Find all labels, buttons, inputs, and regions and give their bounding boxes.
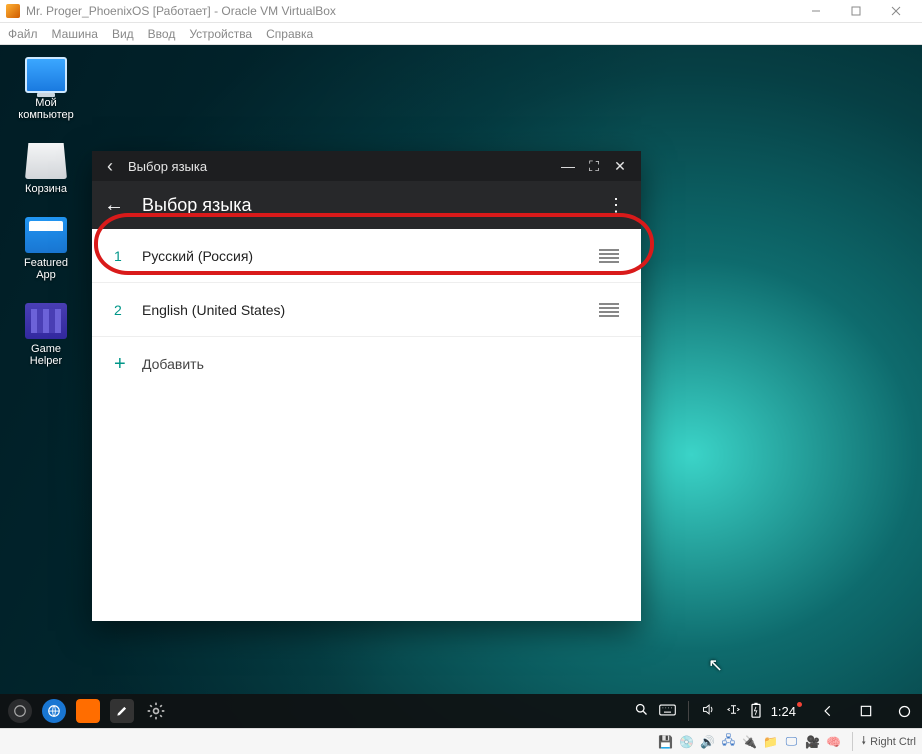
host-close-button[interactable] — [876, 0, 916, 22]
phoenix-logo-icon — [13, 704, 27, 718]
vbx-optical-icon[interactable]: 💿 — [678, 734, 694, 750]
cursor-icon: ↖ — [708, 655, 723, 676]
add-language-label: Добавить — [142, 356, 204, 372]
add-language-row[interactable]: + Добавить — [92, 337, 641, 391]
menu-file[interactable]: Файл — [8, 27, 38, 41]
start-button[interactable] — [8, 699, 32, 723]
vbx-processor-icon[interactable]: 🧠 — [825, 734, 841, 750]
virtualbox-app-icon — [6, 4, 20, 18]
desktop-icon-trash[interactable]: Корзина — [14, 143, 78, 195]
virtualbox-title: Mr. Proger_PhoenixOS [Работает] - Oracle… — [26, 4, 336, 18]
language-window: ‹ Выбор языка — ⛶ ✕ ← Выбор языка ⋮ 1 Ру… — [92, 151, 641, 621]
more-vert-icon[interactable]: ⋮ — [607, 195, 629, 216]
chevron-left-icon[interactable]: ‹ — [100, 157, 120, 175]
menu-help[interactable]: Справка — [266, 27, 313, 41]
desktop-icons: Мой компьютер Корзина Featured App Game … — [14, 57, 78, 367]
window-close-button[interactable]: ✕ — [607, 154, 633, 178]
vbx-recording-icon[interactable]: 🎥 — [804, 734, 820, 750]
arrow-down-box-icon: 🠗 — [861, 732, 866, 751]
language-name: English (United States) — [142, 302, 599, 318]
gear-icon — [146, 701, 166, 721]
nav-home-button[interactable] — [894, 704, 914, 719]
language-index: 2 — [114, 302, 142, 318]
plus-icon: + — [114, 353, 142, 376]
nav-recent-button[interactable] — [856, 704, 876, 719]
virtualbox-menubar: Файл Машина Вид Ввод Устройства Справка — [0, 23, 922, 45]
nav-buttons — [818, 704, 914, 719]
window-title: Выбор языка — [128, 159, 555, 174]
appbar: ← Выбор языка ⋮ — [92, 181, 641, 229]
menu-machine[interactable]: Машина — [52, 27, 98, 41]
menu-input[interactable]: Ввод — [148, 27, 176, 41]
drag-handle-icon[interactable] — [599, 303, 619, 317]
guest-screen: Мой компьютер Корзина Featured App Game … — [0, 45, 922, 728]
language-row[interactable]: 1 Русский (Россия) — [92, 229, 641, 283]
host-minimize-button[interactable] — [796, 0, 836, 22]
menu-devices[interactable]: Устройства — [189, 27, 252, 41]
desktop-icon-computer[interactable]: Мой компьютер — [14, 57, 78, 121]
vbx-usb-icon[interactable]: 🔌 — [741, 734, 757, 750]
window-minimize-button[interactable]: — — [555, 154, 581, 178]
globe-icon — [47, 704, 61, 718]
language-list: 1 Русский (Россия) 2 English (United Sta… — [92, 229, 641, 621]
language-index: 1 — [114, 248, 142, 264]
taskbar-left — [8, 699, 168, 723]
desktop-icon-featured-app[interactable]: Featured App — [14, 217, 78, 281]
bag-icon — [25, 217, 67, 253]
volume-icon[interactable] — [701, 702, 716, 720]
taskbar: 1:24 — [0, 694, 922, 728]
vbx-display-icon[interactable]: 🖵 — [783, 734, 799, 750]
drag-handle-icon[interactable] — [599, 249, 619, 263]
taskbar-notes[interactable] — [110, 699, 134, 723]
arrow-left-icon[interactable]: ← — [104, 194, 132, 217]
monitor-icon — [25, 57, 67, 93]
taskbar-filemanager[interactable] — [76, 699, 100, 723]
clock[interactable]: 1:24 — [771, 704, 796, 719]
desktop-icon-game-helper[interactable]: Game Helper — [14, 303, 78, 367]
appbar-title: Выбор языка — [142, 195, 607, 216]
separator — [688, 701, 689, 721]
vbx-hdd-icon[interactable]: 💾 — [657, 734, 673, 750]
window-titlebar[interactable]: ‹ Выбор языка — ⛶ ✕ — [92, 151, 641, 181]
pencil-icon — [115, 704, 129, 718]
vbx-shared-folders-icon[interactable]: 📁 — [762, 734, 778, 750]
language-row[interactable]: 2 English (United States) — [92, 283, 641, 337]
virtualbox-titlebar: Mr. Proger_PhoenixOS [Работает] - Oracle… — [0, 0, 922, 23]
search-icon[interactable] — [634, 702, 649, 720]
desktop-icon-label: Game Helper — [14, 343, 78, 367]
host-maximize-button[interactable] — [836, 0, 876, 22]
taskbar-settings[interactable] — [144, 699, 168, 723]
desktop-icon-label: Featured App — [14, 257, 78, 281]
taskbar-right: 1:24 — [634, 701, 914, 721]
hostkey-label: Right Ctrl — [870, 736, 916, 748]
trash-icon — [25, 143, 67, 179]
ethernet-icon[interactable] — [726, 702, 741, 720]
battery-icon[interactable] — [751, 702, 761, 721]
desktop-icon-label: Мой компьютер — [14, 97, 78, 121]
taskbar-browser[interactable] — [42, 699, 66, 723]
nav-back-button[interactable] — [818, 704, 838, 719]
menu-view[interactable]: Вид — [112, 27, 134, 41]
vbx-network-icon[interactable]: 🖧 — [720, 734, 736, 750]
vbx-audio-icon[interactable]: 🔊 — [699, 734, 715, 750]
virtualbox-statusbar: 💾 💿 🔊 🖧 🔌 📁 🖵 🎥 🧠 🠗 Right Ctrl — [0, 728, 922, 754]
window-maximize-button[interactable]: ⛶ — [581, 154, 607, 178]
desktop-icon-label: Корзина — [25, 183, 67, 195]
keyboard-tray-icon[interactable] — [659, 704, 676, 719]
hostkey-indicator[interactable]: 🠗 Right Ctrl — [852, 732, 916, 751]
keyboard-icon — [25, 303, 67, 339]
language-name: Русский (Россия) — [142, 248, 599, 264]
